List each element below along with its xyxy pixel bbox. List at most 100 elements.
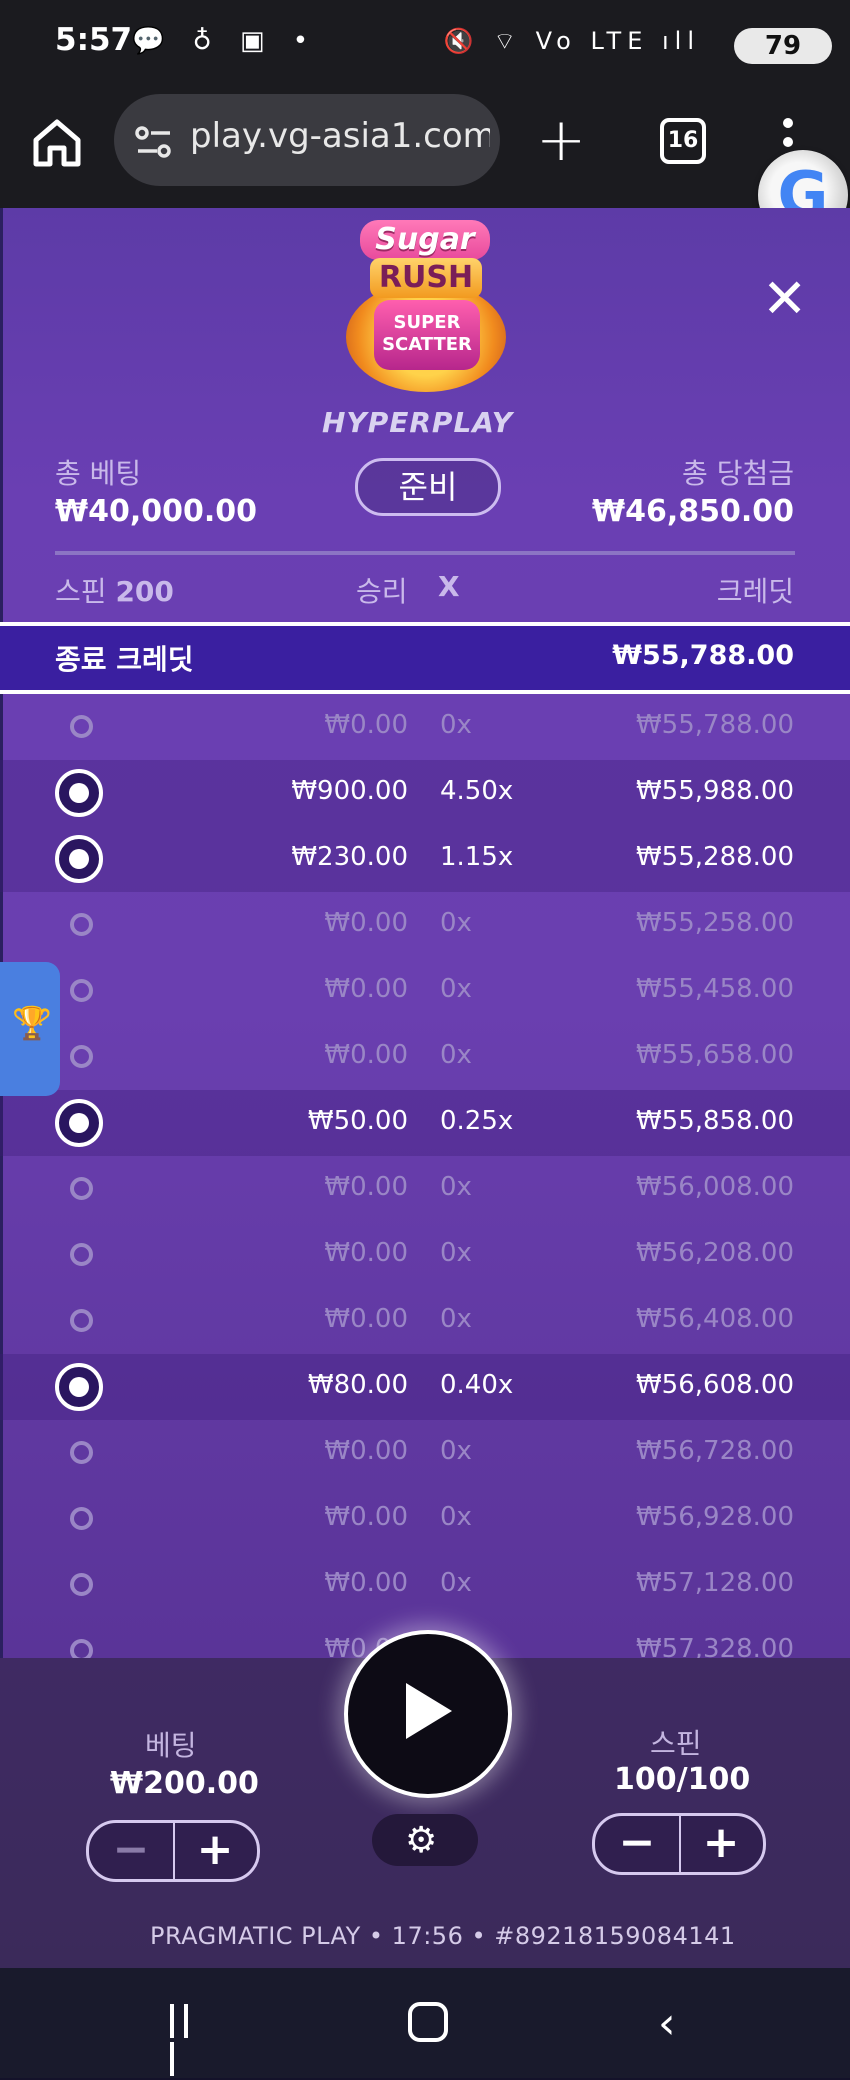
row-multiplier: 4.50x [440,776,514,806]
gear-icon[interactable]: ⚙ [405,1820,437,1861]
spin-decrease-button[interactable]: − [595,1816,681,1872]
tab-switcher-button[interactable]: 16 [660,118,706,164]
row-multiplier: 0x [440,1040,472,1070]
row-multiplier: 0x [440,908,472,938]
battery-icon: 79 [734,28,832,64]
row-multiplier: 0x [440,1568,472,1598]
end-credit-label: 종료 크레딧 [55,643,194,676]
row-radio-icon[interactable] [55,835,103,883]
row-credit: ₩55,858.00 [635,1106,794,1136]
autospin-value: 100/100 [614,1762,751,1797]
row-multiplier: 1.15x [440,842,514,872]
row-radio-icon[interactable] [55,1363,103,1411]
row-credit: ₩55,288.00 [635,842,794,872]
trophy-icon[interactable]: 🏆 [12,1004,52,1042]
row-radio-icon[interactable] [70,979,93,1002]
row-win-amount: ₩0.00 [324,1568,408,1598]
bet-increase-button[interactable]: + [173,1823,257,1879]
row-radio-icon[interactable] [70,715,93,738]
row-radio-icon[interactable] [70,913,93,936]
row-win-amount: ₩900.00 [291,776,408,806]
row-radio-icon[interactable] [70,1045,93,1068]
game-logo-super-scatter: SUPER SCATTER [374,300,480,370]
spin-history-row[interactable]: ₩0.00 0x ₩56,008.00 [0,1156,850,1222]
row-win-amount: ₩0.00 [324,908,408,938]
spin-history-row[interactable]: ₩0.00 0x ₩55,258.00 [0,892,850,958]
row-win-amount: ₩0.00 [324,1436,408,1466]
row-radio-icon[interactable] [70,1309,93,1332]
row-radio-icon[interactable] [70,1573,93,1596]
home-nav-icon[interactable] [408,2002,448,2042]
spin-history-row[interactable]: ₩230.00 1.15x ₩55,288.00 [0,826,850,892]
spin-history-row[interactable]: ₩0.00 0x ₩55,458.00 [0,958,850,1024]
row-win-amount: ₩80.00 [307,1370,408,1400]
divider [55,551,795,555]
spin-history-row[interactable]: ₩900.00 4.50x ₩55,988.00 [0,760,850,826]
row-multiplier: 0x [440,710,472,740]
row-radio-icon[interactable] [70,1441,93,1464]
row-multiplier: 0x [440,1436,472,1466]
total-win-value: ₩46,850.00 [591,494,794,529]
multiplier-column-header: X [438,570,460,603]
row-win-amount: ₩0.00 [324,1502,408,1532]
total-bet-value: ₩40,000.00 [55,494,258,529]
row-win-amount: ₩0.00 [324,974,408,1004]
game-logo-sugar: Sugar [360,220,490,260]
row-win-amount: ₩0.00 [324,1304,408,1334]
spin-count: 200 [115,575,174,608]
row-credit: ₩57,128.00 [635,1568,794,1598]
row-radio-icon[interactable] [70,1507,93,1530]
row-credit: ₩56,928.00 [635,1502,794,1532]
row-win-amount: ₩0.00 [324,1040,408,1070]
bet-label: 베팅 [145,1729,197,1762]
row-credit: ₩56,208.00 [635,1238,794,1268]
row-multiplier: 0.40x [440,1370,514,1400]
home-icon[interactable] [30,116,84,170]
row-credit: ₩55,658.00 [635,1040,794,1070]
end-credit-value: ₩55,788.00 [612,640,794,671]
row-radio-icon[interactable] [55,769,103,817]
spin-history-row[interactable]: ₩0.00 0x ₩56,208.00 [0,1222,850,1288]
spin-history-row[interactable]: ₩0.00 0x ₩56,728.00 [0,1420,850,1486]
row-radio-icon[interactable] [70,1639,93,1658]
spin-increase-button[interactable]: + [679,1816,763,1872]
row-radio-icon[interactable] [70,1243,93,1266]
back-icon[interactable]: ‹ [658,2002,676,2046]
new-tab-button[interactable]: + [536,110,586,170]
total-bet-label: 총 베팅 [55,457,142,490]
spin-history-row[interactable]: ₩0.00 0x ₩57,128.00 [0,1552,850,1618]
bet-decrease-button[interactable]: − [89,1823,175,1879]
row-credit: ₩55,988.00 [635,776,794,806]
row-multiplier: 0x [440,1304,472,1334]
close-icon[interactable]: ✕ [762,272,807,326]
site-controls-icon[interactable] [134,124,174,160]
total-win-label: 총 당첨금 [682,457,794,490]
bet-stepper[interactable]: − + [86,1820,260,1882]
url-text[interactable]: play.vg-asia1.com [190,116,490,156]
play-icon[interactable] [406,1683,452,1739]
row-credit: ₩57,328.00 [635,1634,794,1658]
hyperplay-label: HYPERPLAY [322,406,514,439]
ready-button[interactable]: 준비 [355,458,501,516]
spin-stepper[interactable]: − + [592,1813,766,1875]
game-logo-rush: RUSH [370,258,482,298]
spin-history-row[interactable]: ₩0.00 0x ₩56,928.00 [0,1486,850,1552]
spin-history-row[interactable]: ₩0.00 0x ₩55,788.00 [0,694,850,760]
credit-column-header: 크레딧 [716,575,794,608]
row-multiplier: 0.25x [440,1106,514,1136]
row-multiplier: 0x [440,1238,472,1268]
status-time: 5:57 [55,22,133,58]
spin-history-row[interactable]: ₩0.00 0x ₩55,658.00 [0,1024,850,1090]
row-credit: ₩55,258.00 [635,908,794,938]
row-radio-icon[interactable] [55,1099,103,1147]
row-radio-icon[interactable] [70,1177,93,1200]
spin-history-row[interactable]: ₩50.00 0.25x ₩55,858.00 [0,1090,850,1156]
recent-apps-icon[interactable] [170,2004,210,2076]
spin-history-row[interactable]: ₩0.00 0x ₩56,408.00 [0,1288,850,1354]
game-footer-info: PRAGMATIC PLAY • 17:56 • #89218159084141 [150,1922,736,1950]
row-credit: ₩56,008.00 [635,1172,794,1202]
spin-history-row[interactable]: ₩80.00 0.40x ₩56,608.00 [0,1354,850,1420]
spin-history-list[interactable]: ₩0.00 0x ₩55,788.00 ₩900.00 4.50x ₩55,988.00 ₩… [0,694,850,1658]
notification-icons: 💬 ♁ ▣ • [132,26,319,56]
row-win-amount: ₩0.00 [324,710,408,740]
